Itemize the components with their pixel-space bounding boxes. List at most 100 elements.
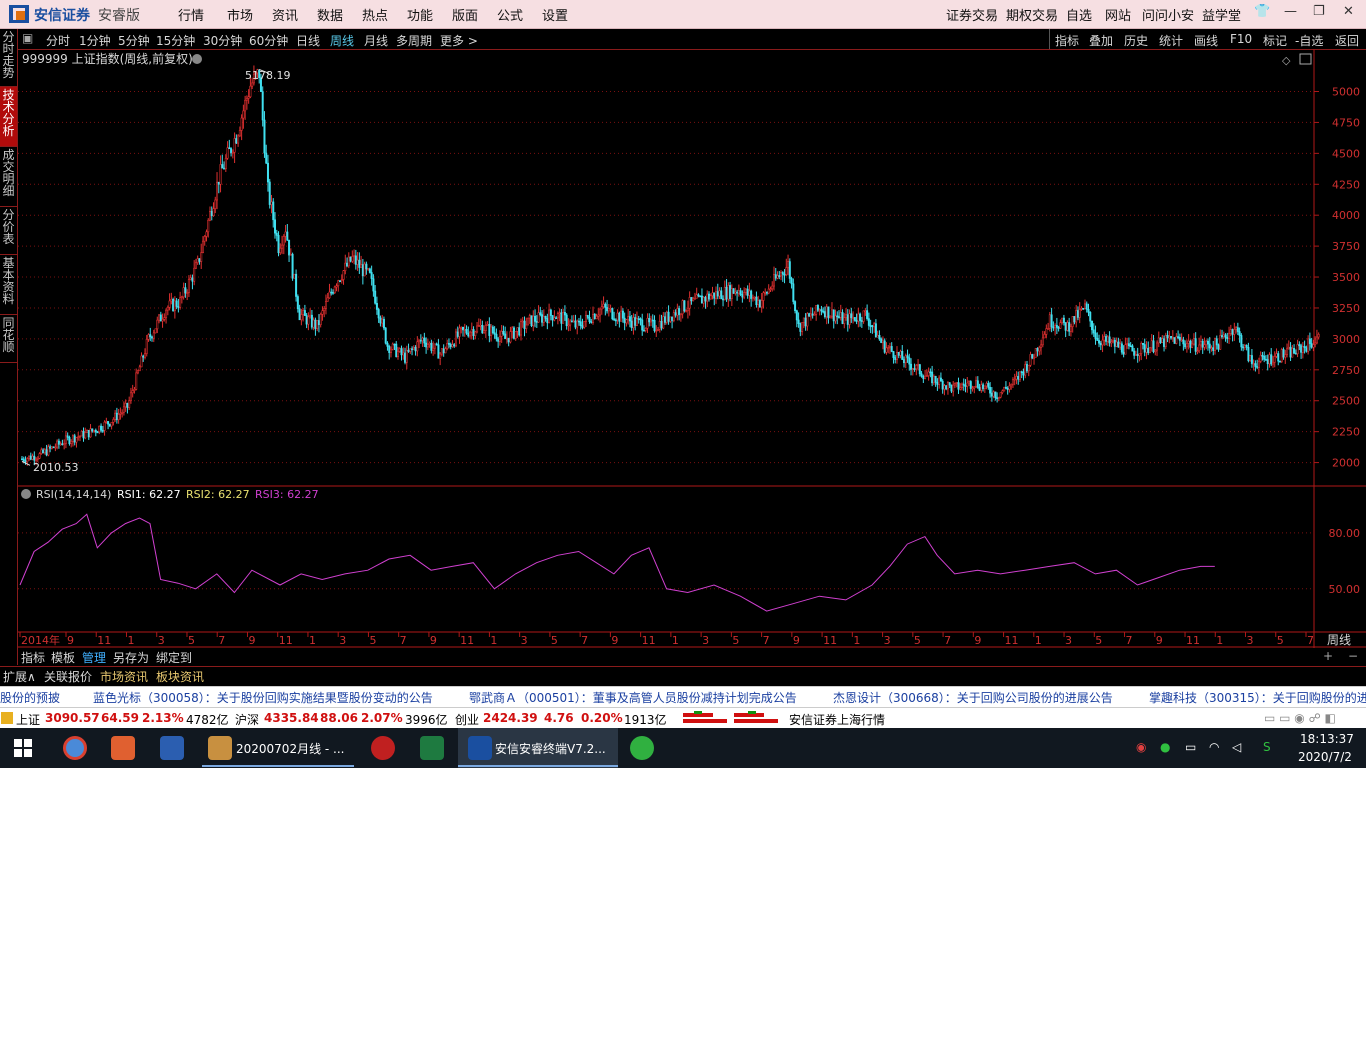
candle-body (388, 346, 391, 353)
rsi-dropdown-icon[interactable] (21, 489, 31, 499)
time-tick-label: 9 (430, 634, 437, 647)
candle-body (108, 423, 111, 427)
candle-body (910, 363, 913, 370)
taskbar-window-essence[interactable]: 安信安睿终端V7.2... (495, 740, 606, 757)
btab-manage[interactable]: 管理 (82, 649, 106, 666)
candle-body (1033, 357, 1036, 359)
candle-body (903, 359, 906, 364)
tray-wechat-icon[interactable]: ● (1160, 740, 1170, 754)
chrome-icon[interactable] (63, 736, 87, 760)
candle-body (729, 285, 732, 299)
wechat-icon[interactable] (630, 736, 654, 760)
zoom-out-icon[interactable]: − (1348, 649, 1358, 663)
paint-icon[interactable] (208, 736, 232, 760)
candle-body (943, 385, 946, 390)
candle-body (838, 316, 841, 318)
quote-change: 4.76 (544, 711, 574, 725)
news-item[interactable]: 鄂武商Ａ（000501）：董事及高管人员股份减持计划完成公告 (469, 689, 797, 706)
candle-body (33, 455, 36, 461)
candle-body (679, 313, 682, 316)
candle-body (764, 291, 767, 294)
candle-body (841, 312, 844, 324)
market-status-icon[interactable] (1, 712, 13, 724)
tray-battery-icon[interactable]: ▭ (1185, 740, 1196, 754)
candle-body (107, 421, 110, 425)
candle-body (1282, 349, 1285, 358)
candle-body (270, 201, 273, 205)
candle-body (892, 351, 895, 358)
candle-body (686, 307, 689, 312)
tray-antivirus-icon[interactable]: ◉ (1136, 740, 1146, 754)
candle-body (620, 310, 623, 322)
btab-indicator[interactable]: 指标 (21, 649, 45, 666)
candle-body (491, 326, 494, 334)
btab-template[interactable]: 模板 (51, 649, 75, 666)
candle-body (544, 316, 547, 319)
chart-canvas[interactable]: 2000 2250 2500 2750 3000 3250 3500 3750 4000 4250… (0, 0, 1366, 648)
candle-body (1096, 338, 1099, 341)
candle-body (314, 319, 317, 329)
candle-body (772, 274, 775, 287)
word-icon[interactable] (160, 736, 184, 760)
candle-body (787, 261, 790, 268)
panel-toggle-icon[interactable] (1299, 53, 1312, 65)
taskbar-date[interactable]: 2020/7/2 (1298, 750, 1352, 764)
news-item[interactable]: 杰恩设计（300668）：关于回购公司股份的进展公告 (833, 689, 1113, 706)
citic-icon[interactable] (371, 736, 395, 760)
candle-body (952, 384, 955, 392)
candle-body (28, 455, 31, 459)
btab-saveas[interactable]: 另存为 (113, 649, 149, 666)
candle-body (609, 308, 612, 310)
candle-body (917, 364, 920, 366)
candle-body (642, 329, 645, 332)
excel-icon[interactable] (420, 736, 444, 760)
candle-body (876, 334, 879, 338)
btab-bindto[interactable]: 绑定到 (156, 649, 192, 666)
candle-body (433, 343, 436, 349)
candle-body (486, 324, 489, 326)
essence-app-icon[interactable] (468, 736, 492, 760)
candle-body (639, 318, 642, 321)
zoom-in-icon[interactable]: + (1323, 649, 1333, 663)
powerpoint-icon[interactable] (111, 736, 135, 760)
candle-body (449, 344, 452, 347)
itab-market-news[interactable]: 市场资讯 (100, 668, 148, 685)
news-item[interactable]: 股份的预披 (0, 689, 60, 706)
candle-body (1075, 310, 1078, 323)
candle-body (897, 351, 900, 356)
tray-s-icon[interactable]: S (1263, 740, 1271, 754)
tray-icons[interactable]: ▭ ▭ ◉ ☍ ◧ (1264, 711, 1336, 725)
candle-body (166, 307, 169, 311)
news-item[interactable]: 掌趣科技（300315）：关于回购股份的进 (1149, 689, 1366, 706)
candle-body (843, 317, 846, 324)
itab-related-quote[interactable]: 关联报价 (44, 668, 92, 685)
candle-body (748, 290, 751, 296)
news-item[interactable]: 蓝色光标（300058）：关于股份回购实施结果暨股份变动的公告 (93, 689, 433, 706)
time-tick-label: 5 (732, 634, 739, 647)
tray-wifi-icon[interactable]: ◠ (1209, 740, 1219, 754)
candle-body (1156, 342, 1159, 351)
quote-name[interactable]: 沪深 (235, 711, 259, 728)
candle-body (453, 344, 456, 347)
candle-body (460, 326, 463, 329)
candle-body (184, 287, 187, 294)
chart-title-dropdown-icon[interactable] (192, 54, 202, 64)
windows-start-icon[interactable] (14, 739, 32, 757)
taskbar-window-paint[interactable]: 20200702月线 - ... (236, 740, 344, 757)
quote-name[interactable]: 上证 (16, 711, 40, 728)
time-tick-label: 9 (248, 634, 255, 647)
candle-body (1080, 307, 1083, 310)
candle-body (423, 337, 426, 344)
diamond-icon[interactable]: ◇ (1282, 54, 1291, 67)
itab-sector-news[interactable]: 板块资讯 (156, 668, 204, 685)
candle-body (667, 311, 670, 322)
candle-body (117, 414, 120, 421)
quote-name[interactable]: 创业 (455, 711, 479, 728)
itab-expand[interactable]: 扩展∧ (3, 668, 36, 685)
candle-body (950, 384, 953, 392)
taskbar-time[interactable]: 18:13:37 (1300, 732, 1354, 746)
tray-volume-icon[interactable]: ◁ (1232, 740, 1241, 754)
candle-body (404, 352, 407, 363)
candle-body (695, 294, 698, 299)
candle-body (734, 291, 737, 294)
